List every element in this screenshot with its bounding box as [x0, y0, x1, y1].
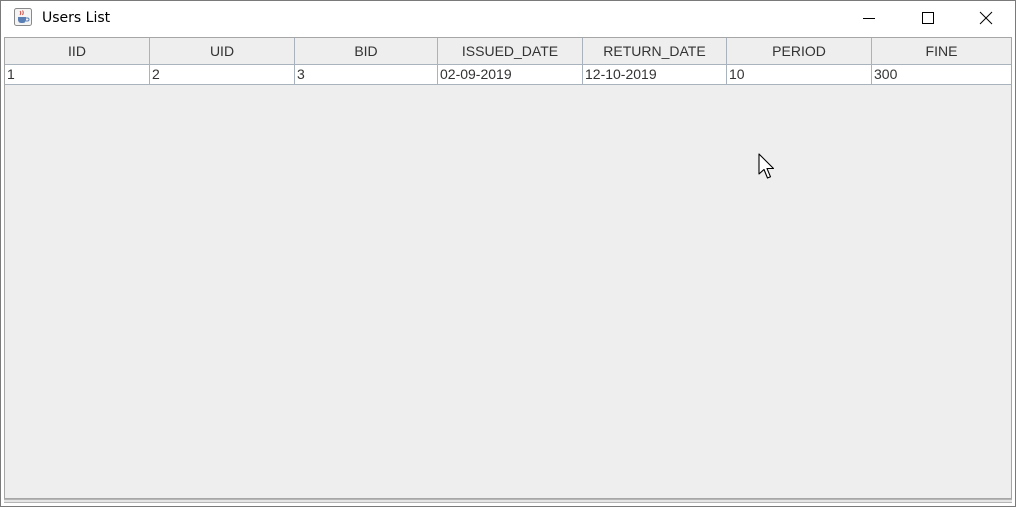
- cell-return-date[interactable]: 12-10-2019: [583, 65, 727, 85]
- minimize-icon: [863, 18, 875, 19]
- java-cup-icon: [14, 8, 32, 26]
- cell-fine[interactable]: 300: [872, 65, 1011, 85]
- window-bottom-border: [4, 499, 1012, 503]
- cell-bid[interactable]: 3: [295, 65, 438, 85]
- title-bar[interactable]: Users List: [1, 1, 1015, 35]
- column-header-return-date[interactable]: RETURN_DATE: [583, 38, 727, 65]
- column-header-issued-date[interactable]: ISSUED_DATE: [438, 38, 583, 65]
- column-header-period[interactable]: PERIOD: [727, 38, 872, 65]
- window-title: Users List: [42, 10, 111, 26]
- minimize-button[interactable]: [840, 1, 898, 35]
- table-header: IID UID BID ISSUED_DATE RETURN_DATE PERI…: [5, 38, 1011, 65]
- close-icon: [979, 11, 993, 25]
- column-header-fine[interactable]: FINE: [872, 38, 1011, 65]
- column-header-uid[interactable]: UID: [150, 38, 295, 65]
- column-header-iid[interactable]: IID: [5, 38, 150, 65]
- table-row[interactable]: 1 2 3 02-09-2019 12-10-2019 10 300: [5, 65, 1011, 85]
- table-panel: IID UID BID ISSUED_DATE RETURN_DATE PERI…: [4, 37, 1012, 499]
- users-list-window: Users List IID UID BID ISSUED_DATE RETUR…: [0, 0, 1016, 507]
- cell-issued-date[interactable]: 02-09-2019: [438, 65, 583, 85]
- column-header-bid[interactable]: BID: [295, 38, 438, 65]
- mouse-pointer-icon: [758, 153, 775, 179]
- close-button[interactable]: [957, 1, 1015, 35]
- maximize-icon: [922, 12, 934, 24]
- cell-uid[interactable]: 2: [150, 65, 295, 85]
- cell-iid[interactable]: 1: [5, 65, 150, 85]
- cell-period[interactable]: 10: [727, 65, 872, 85]
- maximize-button[interactable]: [899, 1, 957, 35]
